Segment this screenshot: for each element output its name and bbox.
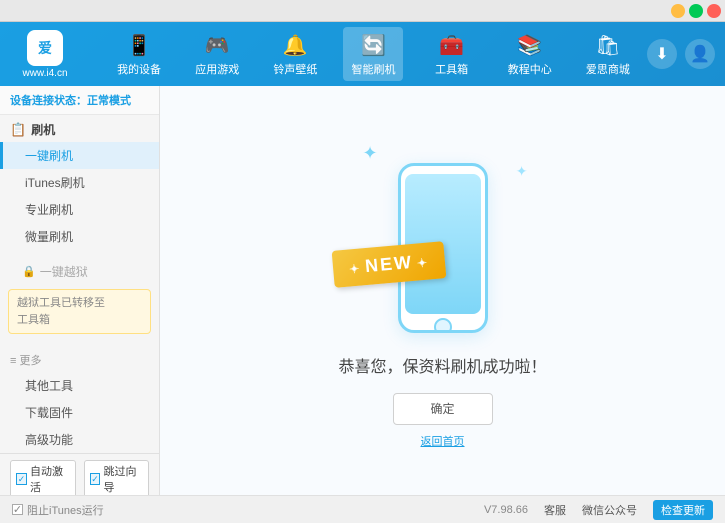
account-button[interactable]: 👤 bbox=[685, 39, 715, 69]
device-checkboxes: ✓ 自动激活 ✓ 跳过向导 bbox=[10, 460, 149, 495]
shop-icon: 🛍 bbox=[594, 31, 622, 59]
header: 爱 www.i4.cn 📱 我的设备 🎮 应用游戏 🔔 铃声壁纸 🔄 智能刷机 … bbox=[0, 22, 725, 86]
apps-games-icon: 🎮 bbox=[203, 31, 231, 59]
footer-left: ✓ 阻止iTunes运行 bbox=[12, 502, 104, 518]
sidebar-item-advanced[interactable]: 高级功能 bbox=[0, 426, 159, 453]
sidebar-warning-box: 越狱工具已转移至工具箱 bbox=[8, 289, 151, 334]
itunes-checkbox[interactable]: ✓ bbox=[12, 504, 23, 515]
nav-bar: 📱 我的设备 🎮 应用游戏 🔔 铃声壁纸 🔄 智能刷机 🧰 工具箱 📚 教程中心… bbox=[100, 27, 647, 81]
sidebar-item-one-click-flash[interactable]: 一键刷机 bbox=[0, 142, 159, 169]
nav-my-device[interactable]: 📱 我的设备 bbox=[109, 27, 169, 81]
tutorials-label: 教程中心 bbox=[508, 61, 552, 77]
version-text: V7.98.66 bbox=[484, 504, 528, 516]
sidebar-item-itunes-flash[interactable]: iTunes刷机 bbox=[0, 169, 159, 196]
maximize-button[interactable] bbox=[689, 4, 703, 18]
lock-icon: 🔒 bbox=[22, 265, 36, 278]
sidebar-item-micro-flash[interactable]: 微量刷机 bbox=[0, 223, 159, 250]
sidebar-more-section: ≡ 更多 bbox=[0, 346, 159, 372]
my-device-icon: 📱 bbox=[125, 31, 153, 59]
apps-games-label: 应用游戏 bbox=[195, 61, 239, 77]
auto-activate-checkbox[interactable]: ✓ 自动激活 bbox=[10, 460, 76, 495]
support-link[interactable]: 客服 bbox=[544, 502, 566, 518]
wechat-link[interactable]: 微信公众号 bbox=[582, 502, 637, 518]
connection-status: 设备连接状态：正常模式 bbox=[0, 86, 159, 115]
minimize-button[interactable] bbox=[671, 4, 685, 18]
close-button[interactable] bbox=[707, 4, 721, 18]
nav-smart-flash[interactable]: 🔄 智能刷机 bbox=[343, 27, 403, 81]
download-button[interactable]: ⬇ bbox=[647, 39, 677, 69]
footer-right: V7.98.66 客服 微信公众号 检查更新 bbox=[484, 500, 713, 520]
flash-section-icon: 📋 bbox=[10, 122, 26, 138]
device-section: ✓ 自动激活 ✓ 跳过向导 📱 iPhone 12 mini 64GB Down… bbox=[0, 453, 159, 495]
header-right: ⬇ 👤 bbox=[647, 39, 715, 69]
sidebar-item-other-tools[interactable]: 其他工具 bbox=[0, 372, 159, 399]
sparkle-icon-left: ✦ bbox=[363, 143, 378, 164]
nav-ringtones[interactable]: 🔔 铃声壁纸 bbox=[265, 27, 325, 81]
success-text: 恭喜您，保资料刷机成功啦！ bbox=[338, 353, 546, 377]
checkbox-icon-1: ✓ bbox=[16, 473, 27, 485]
phone-illustration: ✦ ✦ NEW bbox=[353, 133, 533, 333]
tutorials-icon: 📚 bbox=[516, 31, 544, 59]
phone-home-button bbox=[434, 318, 452, 333]
download-icon: ⬇ bbox=[655, 44, 668, 64]
shop-label: 爱思商城 bbox=[586, 61, 630, 77]
status-label: 设备连接状态： bbox=[10, 95, 87, 107]
toolbox-label: 工具箱 bbox=[435, 61, 468, 77]
smart-flash-label: 智能刷机 bbox=[351, 61, 395, 77]
ringtones-label: 铃声壁纸 bbox=[273, 61, 317, 77]
update-button[interactable]: 检查更新 bbox=[653, 500, 713, 520]
sidebar-item-jailbreak: 🔒 一键越狱 bbox=[0, 258, 159, 285]
toolbox-icon: 🧰 bbox=[438, 31, 466, 59]
back-link[interactable]: 返回首页 bbox=[421, 433, 465, 449]
nav-toolbox[interactable]: 🧰 工具箱 bbox=[422, 27, 482, 81]
flash-section-title: 📋 刷机 bbox=[0, 115, 159, 142]
ringtones-icon: 🔔 bbox=[281, 31, 309, 59]
footer: ✓ 阻止iTunes运行 V7.98.66 客服 微信公众号 检查更新 bbox=[0, 495, 725, 523]
confirm-button[interactable]: 确定 bbox=[393, 393, 493, 425]
skip-wizard-checkbox[interactable]: ✓ 跳过向导 bbox=[84, 460, 150, 495]
status-value: 正常模式 bbox=[87, 95, 131, 107]
smart-flash-icon: 🔄 bbox=[359, 31, 387, 59]
logo-icon: 爱 bbox=[27, 30, 63, 66]
title-bar bbox=[0, 0, 725, 22]
sparkle-icon-right: ✦ bbox=[516, 163, 528, 180]
itunes-label: 阻止iTunes运行 bbox=[27, 502, 104, 518]
sidebar-item-pro-flash[interactable]: 专业刷机 bbox=[0, 196, 159, 223]
checkbox-icon-2: ✓ bbox=[90, 473, 101, 485]
main-content-area: ✦ ✦ NEW 恭喜您，保资料刷机成功啦！ 确定 返回首页 bbox=[160, 86, 725, 495]
nav-apps-games[interactable]: 🎮 应用游戏 bbox=[187, 27, 247, 81]
logo[interactable]: 爱 www.i4.cn bbox=[10, 30, 80, 79]
account-icon: 👤 bbox=[690, 44, 710, 64]
nav-tutorials[interactable]: 📚 教程中心 bbox=[500, 27, 560, 81]
logo-url: www.i4.cn bbox=[22, 68, 67, 79]
main-content: 设备连接状态：正常模式 📋 刷机 一键刷机 iTunes刷机 专业刷机 微量刷机… bbox=[0, 86, 725, 495]
sidebar-item-download-firmware[interactable]: 下载固件 bbox=[0, 399, 159, 426]
sidebar: 设备连接状态：正常模式 📋 刷机 一键刷机 iTunes刷机 专业刷机 微量刷机… bbox=[0, 86, 160, 495]
nav-shop[interactable]: 🛍 爱思商城 bbox=[578, 27, 638, 81]
my-device-label: 我的设备 bbox=[117, 61, 161, 77]
